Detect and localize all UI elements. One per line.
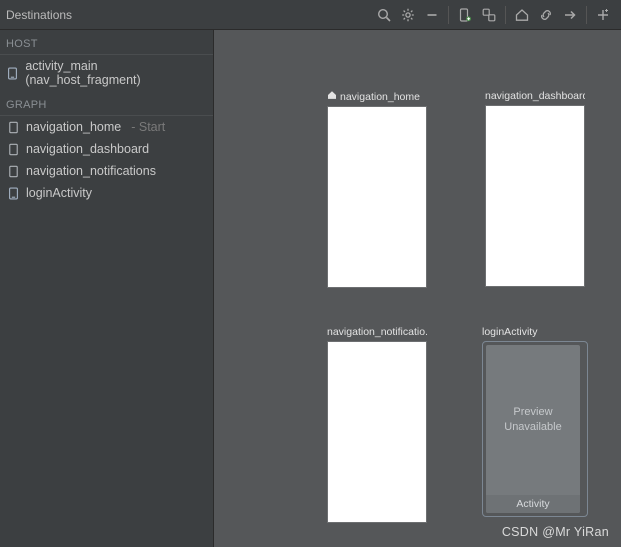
fragment-icon xyxy=(6,142,20,156)
dest-preview xyxy=(485,105,585,287)
fragment-icon xyxy=(6,164,20,178)
dest-preview xyxy=(327,106,427,288)
canvas-dest-notifications[interactable]: navigation_notificatio... xyxy=(327,326,427,523)
selection-outline: Preview Unavailable Activity xyxy=(482,341,588,517)
graph-item-dashboard[interactable]: navigation_dashboard xyxy=(0,138,213,160)
canvas-dest-label: navigation_notificatio... xyxy=(327,326,427,338)
graph-section-header: GRAPH xyxy=(0,91,213,116)
graph-item-login[interactable]: loginActivity xyxy=(0,182,213,204)
canvas-dest-login[interactable]: loginActivity Preview Unavailable Activi… xyxy=(482,326,588,517)
minimize-icon[interactable] xyxy=(421,4,443,26)
canvas-dest-label: navigation_home xyxy=(327,90,427,103)
arrow-right-icon[interactable] xyxy=(559,4,581,26)
fragment-icon xyxy=(6,120,20,134)
activity-icon xyxy=(6,186,20,200)
activity-card: Preview Unavailable Activity xyxy=(486,345,580,513)
toolbar-separator xyxy=(586,6,587,24)
start-badge: - Start xyxy=(131,120,165,134)
activity-icon xyxy=(6,66,19,80)
canvas-dest-dashboard[interactable]: navigation_dashboard xyxy=(485,90,585,287)
host-section-header: HOST xyxy=(0,30,213,55)
graph-item-home[interactable]: navigation_home - Start xyxy=(0,116,213,138)
gear-icon[interactable] xyxy=(397,4,419,26)
nav-canvas[interactable]: navigation_home navigation_dashboard nav… xyxy=(214,30,621,547)
graph-item-label: navigation_home xyxy=(26,120,121,134)
graph-item-label: navigation_notifications xyxy=(26,164,156,178)
search-icon[interactable] xyxy=(373,4,395,26)
graph-item-label: loginActivity xyxy=(26,186,92,200)
dest-preview xyxy=(327,341,427,523)
toolbar: Destinations xyxy=(0,0,621,30)
host-item[interactable]: activity_main (nav_host_fragment) xyxy=(0,55,213,91)
canvas-dest-label: navigation_dashboard xyxy=(485,90,585,102)
canvas-dest-home[interactable]: navigation_home xyxy=(327,90,427,288)
toolbar-separator xyxy=(448,6,449,24)
graph-item-notifications[interactable]: navigation_notifications xyxy=(0,160,213,182)
add-destination-icon[interactable] xyxy=(454,4,476,26)
start-home-icon xyxy=(327,90,337,103)
activity-footer-label: Activity xyxy=(486,495,580,513)
preview-unavailable: Preview Unavailable xyxy=(486,345,580,495)
canvas-dest-label: loginActivity xyxy=(482,326,588,338)
destinations-sidebar: HOST activity_main (nav_host_fragment) G… xyxy=(0,30,214,547)
host-item-label: activity_main (nav_host_fragment) xyxy=(25,59,207,87)
panel-title: Destinations xyxy=(6,8,72,22)
deeplink-icon[interactable] xyxy=(535,4,557,26)
graph-item-label: navigation_dashboard xyxy=(26,142,149,156)
auto-arrange-icon[interactable] xyxy=(592,4,614,26)
watermark: CSDN @Mr YiRan xyxy=(502,525,609,539)
nested-graph-icon[interactable] xyxy=(478,4,500,26)
home-icon[interactable] xyxy=(511,4,533,26)
toolbar-separator xyxy=(505,6,506,24)
